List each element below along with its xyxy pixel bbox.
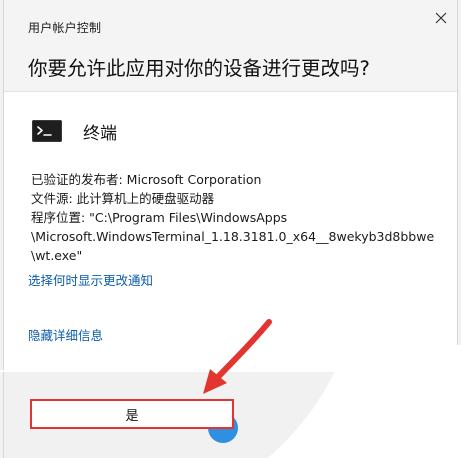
left-edge-shape bbox=[0, 370, 40, 372]
annotation-arrow-shaft bbox=[215, 319, 272, 380]
annotation-overlay bbox=[0, 319, 461, 458]
white-wedge-shape bbox=[268, 345, 461, 458]
